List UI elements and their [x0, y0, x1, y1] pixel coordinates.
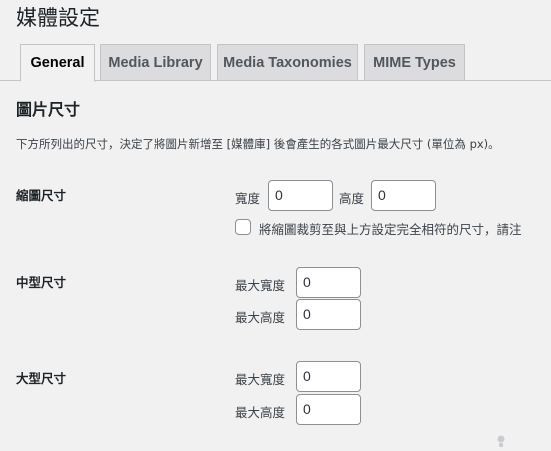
large-max-height-label: 最大高度	[235, 405, 286, 420]
thumbnail-width-label: 寬度	[235, 191, 261, 206]
tab-mime-types[interactable]: MIME Types	[364, 44, 465, 81]
tab-general[interactable]: General	[20, 44, 95, 82]
tab-media-taxonomies[interactable]: Media Taxonomies	[217, 44, 358, 81]
thumbnail-height-label: 高度	[339, 191, 365, 206]
thumbnail-size-label: 縮圖尺寸	[16, 188, 67, 203]
watermark-icon	[497, 435, 505, 447]
medium-max-width-input[interactable]: 0	[296, 267, 361, 298]
page-title: 媒體設定	[16, 6, 100, 30]
large-max-height-input[interactable]: 0	[296, 394, 361, 425]
thumbnail-width-input[interactable]: 0	[268, 180, 333, 211]
large-max-width-input[interactable]: 0	[296, 361, 361, 392]
settings-tabs: General Media Library Media Taxonomies M…	[0, 44, 551, 82]
medium-max-width-label: 最大寬度	[235, 278, 286, 293]
thumbnail-crop-label: 將縮圖裁剪至與上方設定完全相符的尺寸，請注	[259, 222, 522, 237]
thumbnail-height-input[interactable]: 0	[371, 180, 436, 211]
large-max-width-label: 最大寬度	[235, 372, 286, 387]
medium-max-height-input[interactable]: 0	[296, 299, 361, 330]
section-description: 下方所列出的尺寸，決定了將圖片新增至 [媒體庫] 後會產生的各式圖片最大尺寸 (…	[16, 137, 500, 151]
section-title: 圖片尺寸	[16, 100, 81, 119]
medium-max-height-label: 最大高度	[235, 310, 286, 325]
tab-media-library[interactable]: Media Library	[100, 44, 211, 81]
medium-size-label: 中型尺寸	[16, 275, 67, 290]
large-size-label: 大型尺寸	[16, 371, 67, 386]
thumbnail-crop-checkbox[interactable]	[235, 219, 251, 235]
